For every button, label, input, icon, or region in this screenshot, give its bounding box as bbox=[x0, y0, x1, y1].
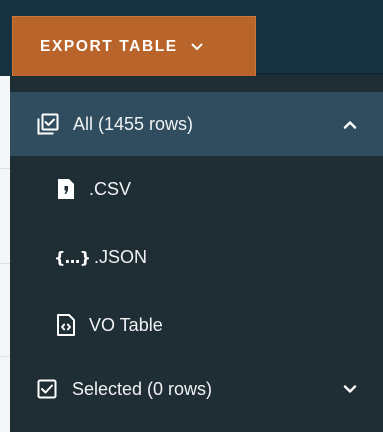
checkbox-checked-icon bbox=[36, 378, 58, 400]
header-divider bbox=[256, 73, 383, 75]
export-table-button[interactable]: EXPORT TABLE bbox=[12, 16, 256, 76]
menu-item-all-rows[interactable]: All (1455 rows) bbox=[10, 92, 383, 156]
menu-item-label: .CSV bbox=[89, 178, 132, 199]
menu-item-csv[interactable]: .CSV bbox=[10, 156, 383, 222]
chevron-down-icon[interactable] bbox=[343, 384, 357, 394]
chevron-up-icon[interactable] bbox=[343, 120, 357, 129]
row-divider bbox=[0, 168, 10, 169]
csv-file-icon bbox=[56, 178, 76, 200]
code-file-icon bbox=[56, 314, 76, 336]
menu-item-json[interactable]: {...} .JSON bbox=[10, 224, 383, 290]
select-all-icon bbox=[36, 112, 60, 136]
row-divider bbox=[0, 356, 10, 357]
json-braces-icon: {...} bbox=[54, 247, 91, 267]
page-background-edge bbox=[0, 76, 10, 432]
menu-item-selected-rows[interactable]: Selected (0 rows) bbox=[10, 356, 383, 422]
menu-item-vo-table[interactable]: VO Table bbox=[10, 292, 383, 358]
menu-item-label: .JSON bbox=[94, 246, 148, 267]
row-divider bbox=[0, 263, 10, 264]
menu-item-label: Selected (0 rows) bbox=[72, 378, 213, 399]
menu-item-label: All (1455 rows) bbox=[73, 113, 194, 134]
export-table-label: EXPORT TABLE bbox=[40, 37, 178, 55]
menu-item-label: VO Table bbox=[89, 314, 163, 335]
chevron-down-icon bbox=[191, 43, 203, 51]
export-dropdown-menu: All (1455 rows) .CSV {...} .JSON VO Tabl… bbox=[10, 76, 383, 432]
